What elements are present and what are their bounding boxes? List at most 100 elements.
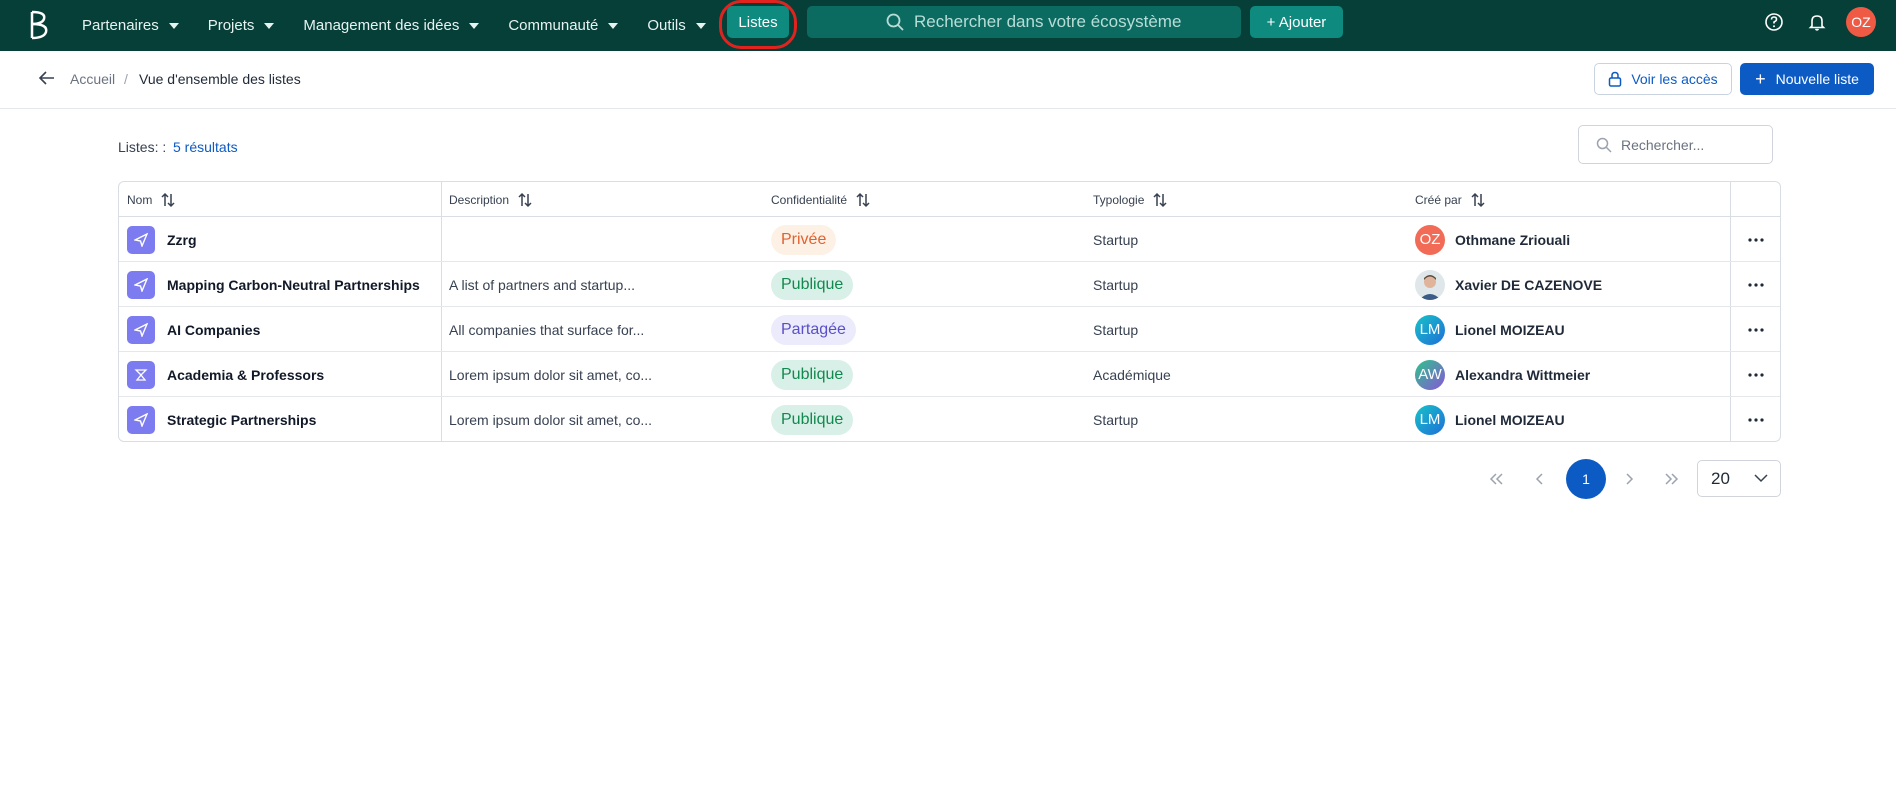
table-header: Nom Description Confidentialité Typologi… [119, 182, 1780, 217]
top-navigation-bar: Partenaires Projets Management des idées… [0, 0, 1896, 51]
new-list-button[interactable]: + Nouvelle liste [1740, 63, 1874, 95]
new-list-label: Nouvelle liste [1775, 71, 1859, 87]
view-access-label: Voir les accès [1631, 71, 1718, 87]
lists-table: Nom Description Confidentialité Typologi… [118, 181, 1781, 442]
column-header-confidentiality[interactable]: Confidentialité [763, 182, 1085, 217]
highlight-circle [719, 0, 797, 49]
caret-down-icon [264, 22, 275, 29]
rocket-icon [127, 315, 155, 344]
sort-icon[interactable] [1152, 192, 1168, 208]
list-typology: Startup [1093, 276, 1139, 293]
add-button[interactable]: + Ajouter [1250, 6, 1343, 38]
bell-icon[interactable] [1807, 12, 1827, 32]
list-name[interactable]: Mapping Carbon-Neutral Partnerships [167, 277, 420, 293]
chevron-right-icon [1626, 473, 1634, 485]
avatar [1415, 269, 1445, 300]
sort-icon[interactable] [517, 192, 533, 208]
nav-outils[interactable]: Outils [647, 17, 706, 34]
nav-label: Management des idées [303, 17, 460, 34]
table-row[interactable]: Strategic Partnerships Lorem ipsum dolor… [119, 397, 1780, 441]
list-name[interactable]: Zzrg [167, 232, 197, 248]
header-label: Description [449, 192, 510, 207]
help-icon[interactable] [1764, 12, 1784, 32]
more-options-icon[interactable] [1746, 275, 1766, 295]
list-description: Lorem ipsum dolor sit amet, co... [449, 366, 653, 383]
column-header-description[interactable]: Description [441, 182, 763, 217]
back-arrow-icon[interactable] [38, 69, 56, 87]
page-title: Vue d'ensemble des listes [139, 71, 301, 87]
list-description: Lorem ipsum dolor sit amet, co... [449, 411, 653, 428]
more-options-icon[interactable] [1746, 320, 1766, 340]
creator-name: Lionel MOIZEAU [1455, 321, 1565, 338]
sort-icon[interactable] [855, 192, 871, 208]
status-badge: Partagée [771, 314, 856, 345]
nav-partenaires[interactable]: Partenaires [82, 17, 179, 34]
rocket-icon [127, 270, 155, 299]
status-badge: Publique [771, 269, 854, 300]
main-nav: Partenaires Projets Management des idées… [82, 0, 735, 51]
page-button-current[interactable]: 1 [1566, 459, 1606, 499]
global-search[interactable] [807, 6, 1241, 38]
sort-icon[interactable] [160, 192, 176, 208]
global-search-input[interactable] [914, 12, 1214, 32]
view-access-button[interactable]: Voir les accès [1594, 63, 1732, 95]
column-header-created-by[interactable]: Créé par [1407, 182, 1729, 217]
nav-label: Projets [207, 17, 255, 34]
column-header-name[interactable]: Nom [119, 182, 441, 217]
breadcrumb-bar: Accueil / Vue d'ensemble des listes Voir… [0, 51, 1896, 109]
last-page-button[interactable] [1660, 461, 1684, 497]
list-name[interactable]: AI Companies [167, 322, 260, 338]
list-description: All companies that surface for... [449, 321, 645, 338]
nav-projets[interactable]: Projets [208, 17, 275, 34]
column-header-typology[interactable]: Typologie [1085, 182, 1407, 217]
first-page-button[interactable] [1484, 461, 1508, 497]
creator-name: Lionel MOIZEAU [1455, 411, 1565, 428]
table-row[interactable]: Zzrg Privée Startup OZ Othmane Zriouali [119, 217, 1780, 262]
user-avatar[interactable]: OZ [1846, 7, 1876, 37]
chevron-left-icon [1535, 473, 1543, 485]
nav-label: Outils [647, 17, 686, 34]
list-name[interactable]: Strategic Partnerships [167, 412, 316, 428]
list-description [441, 217, 763, 262]
sort-icon[interactable] [1470, 192, 1486, 208]
nav-label: Partenaires [82, 17, 159, 34]
previous-page-button[interactable] [1528, 461, 1552, 497]
page-size-select[interactable]: 20 [1697, 460, 1781, 497]
list-search-input[interactable] [1621, 136, 1761, 153]
list-name[interactable]: Academia & Professors [167, 367, 324, 383]
more-options-icon[interactable] [1746, 410, 1766, 430]
table-row[interactable]: AI Companies All companies that surface … [119, 307, 1780, 352]
table-row[interactable]: Mapping Carbon-Neutral Partnerships A li… [119, 262, 1780, 307]
avatar: LM [1415, 404, 1445, 435]
header-label: Créé par [1415, 192, 1462, 207]
nav-label: Communauté [508, 17, 599, 34]
more-options-icon[interactable] [1746, 230, 1766, 250]
plus-icon: + [1755, 69, 1766, 89]
list-typology: Startup [1093, 411, 1139, 428]
lock-icon [1609, 71, 1622, 87]
header-label: Typologie [1093, 192, 1145, 207]
rocket-icon [127, 225, 155, 254]
results-label: Listes: : [118, 139, 167, 155]
breadcrumb-home[interactable]: Accueil [70, 71, 115, 87]
header-label: Confidentialité [771, 192, 848, 207]
logo-icon[interactable] [28, 8, 50, 42]
next-page-button[interactable] [1617, 461, 1641, 497]
more-options-icon[interactable] [1746, 365, 1766, 385]
avatar: OZ [1415, 224, 1445, 255]
creator-name: Xavier DE CAZENOVE [1455, 276, 1603, 293]
avatar: AW [1415, 359, 1445, 390]
academic-icon [127, 360, 155, 389]
avatar: LM [1415, 314, 1445, 345]
nav-communaute[interactable]: Communauté [508, 17, 619, 34]
header-label: Nom [127, 192, 153, 207]
list-typology: Startup [1093, 321, 1139, 338]
status-badge: Publique [771, 404, 854, 435]
search-icon [886, 13, 904, 31]
status-badge: Publique [771, 359, 854, 390]
list-search[interactable] [1578, 125, 1773, 164]
search-icon [1596, 137, 1612, 153]
table-row[interactable]: Academia & Professors Lorem ipsum dolor … [119, 352, 1780, 397]
results-count: 5 résultats [173, 139, 238, 155]
nav-management-idees[interactable]: Management des idées [303, 17, 480, 34]
